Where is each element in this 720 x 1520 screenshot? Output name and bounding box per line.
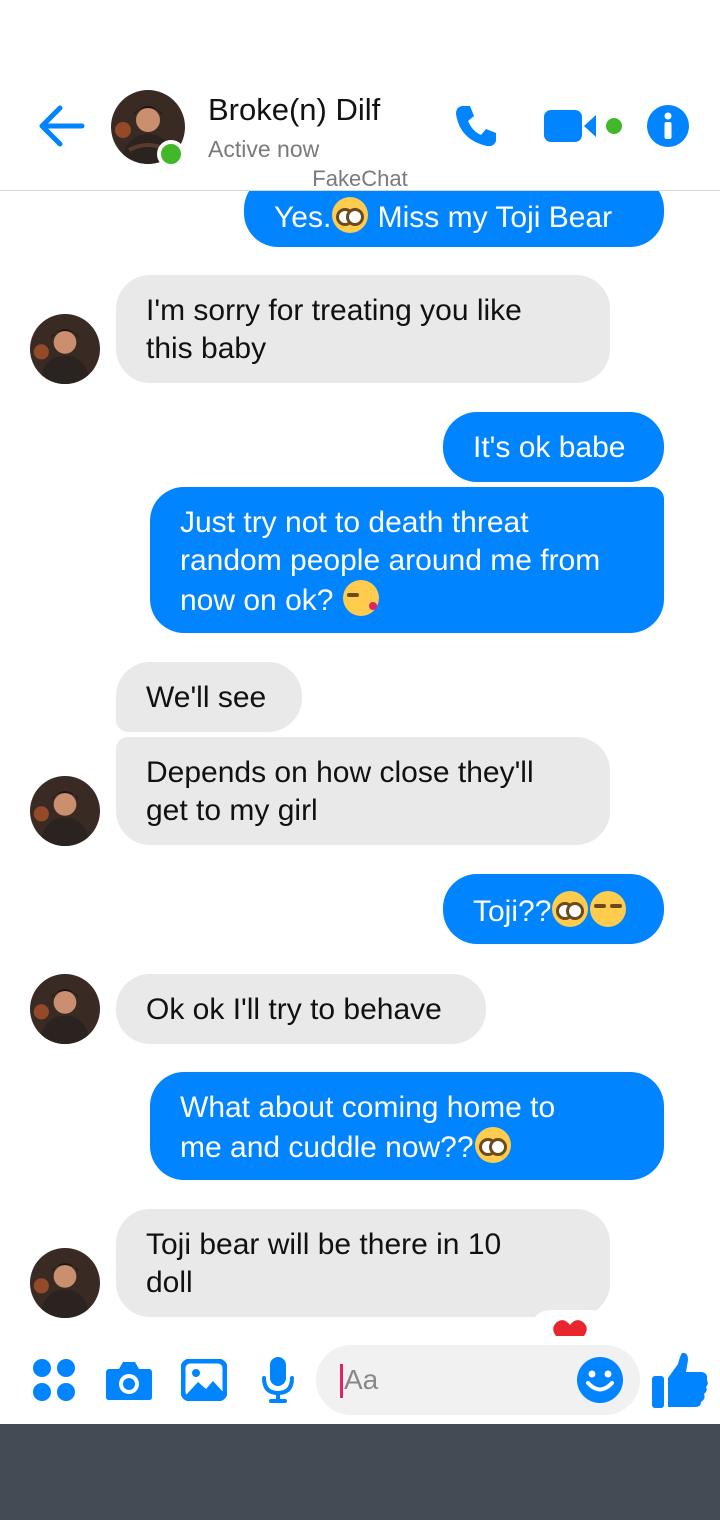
contact-status: Active now <box>208 136 320 162</box>
chat-header: Broke(n) Dilf Active now FakeChat <box>0 0 720 191</box>
message-bubble-outgoing[interactable]: Toji?? <box>443 874 664 944</box>
info-icon[interactable] <box>646 104 690 148</box>
message-bubble-incoming[interactable]: We'll see <box>116 662 302 732</box>
back-arrow-icon[interactable] <box>36 103 86 149</box>
sender-avatar[interactable] <box>30 314 100 384</box>
kiss-emoji-icon <box>342 580 379 616</box>
microphone-icon[interactable] <box>261 1356 295 1404</box>
flushed-emoji-icon <box>332 197 369 233</box>
sender-avatar[interactable] <box>30 776 100 846</box>
text-caret <box>340 1364 343 1398</box>
contact-name[interactable]: Broke(n) Dilf <box>208 92 380 128</box>
like-thumbs-up-icon[interactable] <box>650 1350 710 1410</box>
system-navigation-bar <box>0 1424 720 1520</box>
gallery-icon[interactable] <box>181 1359 227 1401</box>
video-call-icon[interactable] <box>544 108 600 144</box>
message-bubble-incoming[interactable]: Ok ok I'll try to behave <box>116 974 486 1044</box>
video-active-dot <box>606 118 622 134</box>
sender-avatar[interactable] <box>30 974 100 1044</box>
message-bubble-outgoing[interactable]: What about coming home to me and cuddle … <box>150 1072 664 1180</box>
emoji-icon[interactable] <box>576 1356 624 1404</box>
more-actions-icon[interactable] <box>31 1357 77 1403</box>
camera-icon[interactable] <box>105 1359 153 1401</box>
message-bubble-incoming[interactable]: Toji bear will be there in 10 doll <box>116 1209 610 1317</box>
message-bubble-incoming[interactable]: Depends on how close they'll get to my g… <box>116 737 610 845</box>
sender-avatar[interactable] <box>30 1248 100 1318</box>
flushed-emoji-icon <box>552 891 589 927</box>
message-bubble-outgoing[interactable]: Just try not to death threat random peop… <box>150 487 664 633</box>
phone-call-icon[interactable] <box>452 102 500 150</box>
message-bubble-incoming[interactable]: I'm sorry for treating you like this bab… <box>116 275 610 383</box>
online-indicator <box>157 140 185 168</box>
message-bubble-outgoing[interactable]: It's ok babe <box>443 412 664 482</box>
app-watermark: FakeChat <box>312 166 408 191</box>
unamused-emoji-icon <box>590 891 627 927</box>
message-input-placeholder: Aa <box>344 1364 379 1395</box>
flushed-emoji-icon <box>474 1127 511 1163</box>
